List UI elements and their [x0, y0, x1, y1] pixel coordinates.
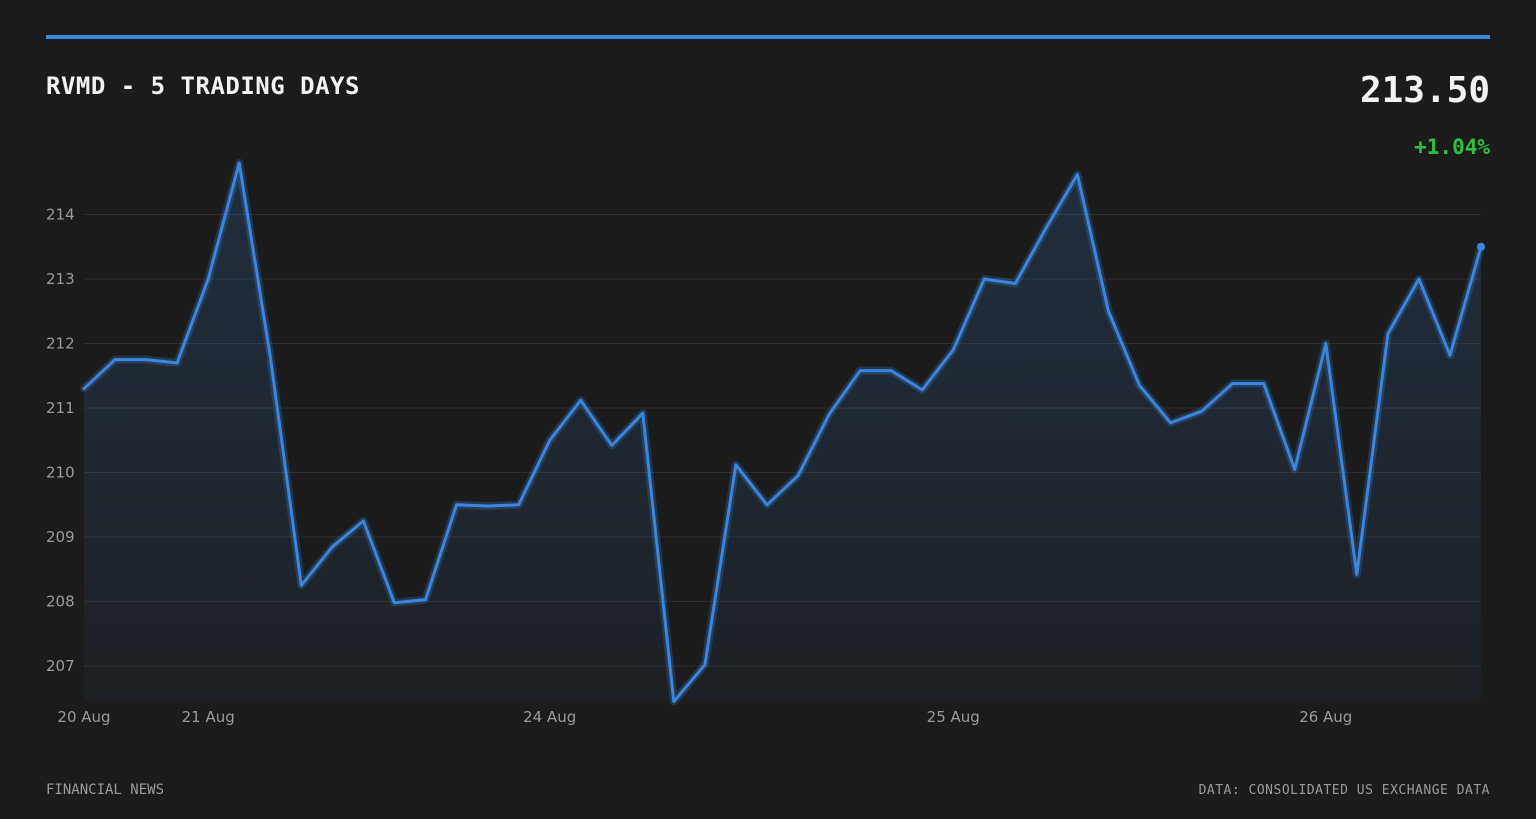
y-tick-label: 208 [46, 593, 75, 611]
x-tick-label: 24 Aug [523, 708, 576, 726]
y-tick-label: 209 [46, 528, 75, 546]
price-point [1231, 381, 1235, 385]
x-tick-label: 21 Aug [182, 708, 235, 726]
y-tick-label: 210 [46, 464, 75, 482]
y-tick-label: 213 [46, 270, 75, 288]
price-point [1262, 381, 1266, 385]
price-point [982, 277, 986, 281]
price-point [1075, 173, 1079, 177]
price-point [1355, 572, 1359, 576]
price-point [361, 519, 365, 523]
price-point [1013, 282, 1017, 286]
price-point [703, 663, 707, 667]
y-tick-label: 214 [46, 206, 75, 224]
price-point [113, 358, 117, 362]
price-point [1324, 342, 1328, 346]
price-point [951, 348, 955, 352]
price-point [1448, 353, 1452, 357]
price-point [455, 503, 459, 507]
price-point [206, 277, 210, 281]
price-point [1106, 309, 1110, 313]
footer-source: FINANCIAL NEWS [46, 782, 165, 798]
price-point [175, 361, 179, 365]
y-axis-ticks: 207 208 209 210 211 212 213 214 [46, 206, 75, 676]
price-point [268, 354, 272, 358]
footer-credit: DATA: CONSOLIDATED US EXCHANGE DATA [1198, 783, 1490, 798]
price-area [84, 162, 1481, 702]
price-point [330, 545, 334, 549]
price-point [765, 503, 769, 507]
price-point [827, 412, 831, 416]
x-axis-ticks: 20 Aug 21 Aug 24 Aug 25 Aug 26 Aug [57, 708, 1352, 726]
y-tick-label: 207 [46, 657, 75, 675]
price-point [672, 699, 676, 703]
price-point [486, 504, 490, 508]
price-point [1386, 332, 1390, 336]
price-point [858, 369, 862, 373]
price-point [641, 411, 645, 415]
price-point [144, 358, 148, 362]
price-point [1200, 409, 1204, 413]
price-point [1169, 421, 1173, 425]
price-point [734, 463, 738, 467]
price-point [392, 601, 396, 605]
price-chart: 207 208 209 210 211 212 213 214 20 Aug 21 Aug 24 … [46, 158, 1485, 726]
price-point [579, 398, 583, 402]
x-tick-label: 25 Aug [927, 708, 980, 726]
x-tick-label: 20 Aug [57, 708, 110, 726]
price-point [1044, 225, 1048, 229]
price-point [889, 369, 893, 373]
price-point [796, 474, 800, 478]
price-point [237, 161, 241, 165]
last-price-point [1477, 242, 1485, 251]
y-tick-label: 211 [46, 399, 75, 417]
price-point [299, 583, 303, 587]
price-point [82, 387, 86, 391]
price-point [548, 438, 552, 442]
price-point [517, 503, 521, 507]
price-point [423, 598, 427, 602]
y-tick-label: 212 [46, 335, 75, 353]
x-tick-label: 26 Aug [1299, 708, 1352, 726]
price-point [1138, 383, 1142, 387]
price-point [610, 443, 614, 447]
price-point [920, 388, 924, 392]
price-point [1417, 277, 1421, 281]
price-point [1293, 467, 1297, 471]
